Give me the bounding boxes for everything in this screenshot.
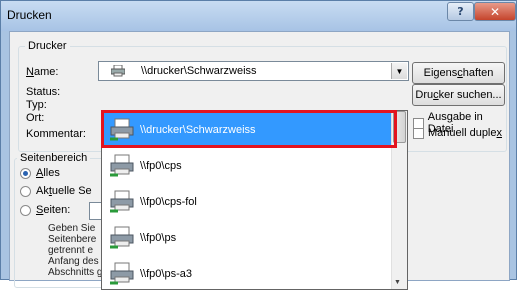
radio-pages-button[interactable] [20, 204, 31, 216]
scroll-down-arrow-icon[interactable]: ▼ [394, 279, 401, 286]
printer-option-label: \\fp0\cps [140, 160, 182, 172]
selection-highlight-box [101, 110, 397, 148]
manual-duplex-checkbox[interactable]: Manuell duplex [413, 127, 502, 139]
radio-pages[interactable]: Seiten: [20, 204, 70, 216]
manual-duplex-label: Manuell duplex [428, 127, 502, 139]
printer-name-combobox[interactable]: \\drucker\Schwarzweiss ▼ [98, 61, 409, 81]
network-printer-icon [109, 153, 135, 180]
help-button[interactable]: ? [447, 2, 474, 21]
name-label: Name: [26, 66, 59, 78]
page-range-title: Seitenbereich [17, 152, 91, 164]
printer-name-value: \\drucker\Schwarzweiss [141, 65, 257, 77]
network-printer-icon [109, 261, 135, 288]
close-button[interactable]: ✕ [474, 2, 516, 21]
find-printer-button[interactable]: Drucker suchen... [412, 84, 505, 106]
dialog-client-area: Drucker Name: Status: Typ: Ort: Kommenta… [9, 31, 510, 290]
network-printer-icon [109, 225, 135, 252]
title-bar: Drucken ? ✕ [1, 1, 516, 31]
printer-option-cps-fol[interactable]: \\fp0\cps-fol [102, 184, 392, 220]
radio-current-page-button[interactable] [20, 185, 31, 197]
print-dialog: Drucken ? ✕ Drucker Name: Status: Typ: O… [0, 0, 517, 290]
location-label: Ort: [26, 112, 45, 124]
printer-option-label: \\fp0\ps-a3 [140, 268, 192, 280]
network-printer-icon [109, 189, 135, 216]
radio-all[interactable]: Alles [20, 167, 60, 179]
radio-all-button[interactable] [20, 167, 31, 179]
printer-option-cps[interactable]: \\fp0\cps [102, 148, 392, 184]
printer-option-label: \\fp0\ps [140, 232, 177, 244]
type-label: Typ: [26, 99, 47, 111]
dialog-title: Drucken [7, 8, 52, 22]
radio-pages-label: Seiten: [36, 204, 71, 216]
properties-button[interactable]: Eigenschaften [412, 62, 505, 84]
status-label: Status: [26, 86, 61, 98]
printer-option-label: \\fp0\cps-fol [140, 196, 197, 208]
comment-label: Kommentar: [26, 128, 86, 140]
printer-group-title: Drucker [25, 40, 70, 52]
radio-current-page-label: Aktuelle Se [36, 185, 92, 197]
printer-option-ps[interactable]: \\fp0\ps [102, 220, 392, 256]
radio-all-label: Alles [36, 167, 60, 179]
printer-icon [110, 64, 126, 80]
radio-current-page[interactable]: Aktuelle Se [20, 185, 92, 197]
manual-duplex-box[interactable] [413, 127, 424, 139]
combobox-dropdown-arrow[interactable]: ▼ [391, 63, 407, 79]
printer-option-ps-a3[interactable]: \\fp0\ps-a3 [102, 256, 392, 289]
